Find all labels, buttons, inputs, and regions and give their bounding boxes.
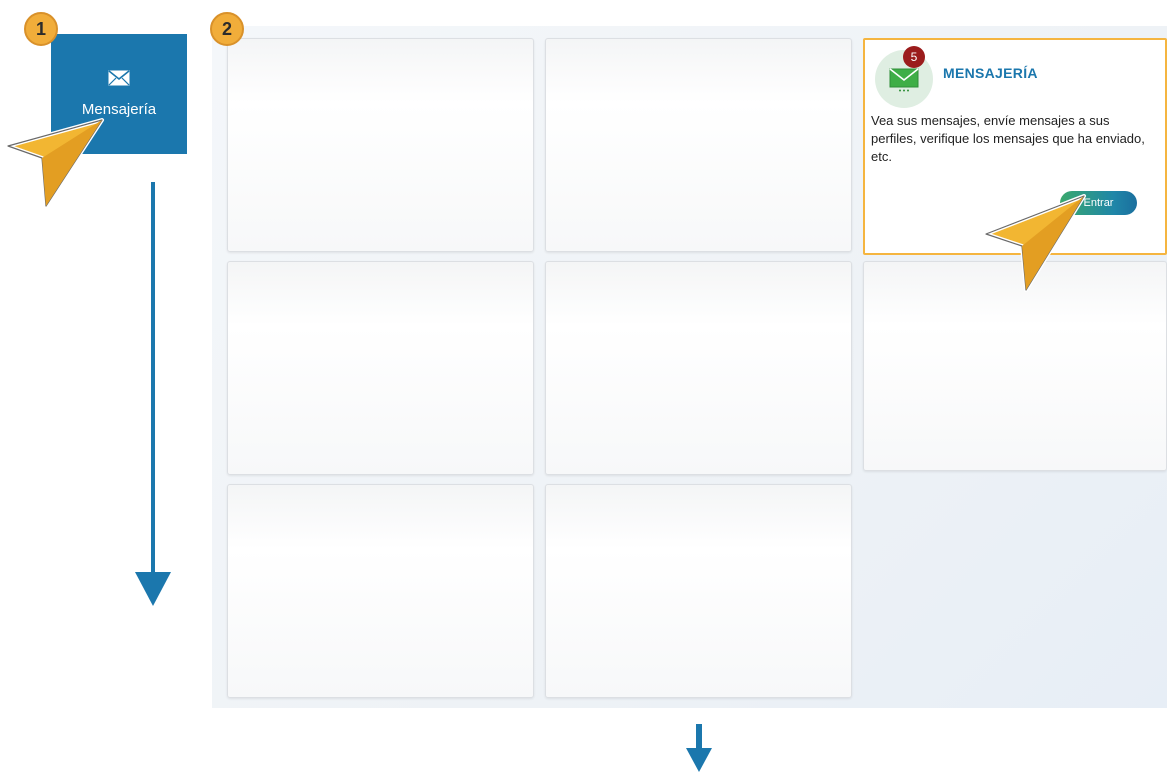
card-description: Vea sus mensajes, envíe mensajes a sus p… — [871, 113, 1145, 164]
module-card[interactable] — [227, 38, 534, 252]
module-card[interactable] — [227, 261, 534, 475]
card-title: MENSAJERÍA — [943, 65, 1038, 81]
module-card[interactable] — [545, 261, 852, 475]
flow-arrow-line — [696, 724, 702, 750]
arrow-down-icon — [135, 572, 171, 606]
pointer-arrow-icon — [6, 118, 104, 208]
module-card[interactable] — [545, 484, 852, 698]
step-badge-1: 1 — [24, 12, 58, 46]
envelope-icon — [108, 70, 130, 91]
arrow-down-icon — [686, 748, 712, 772]
module-card[interactable] — [545, 38, 852, 252]
pointer-arrow-icon — [984, 194, 1086, 292]
step-badge-2: 2 — [210, 12, 244, 46]
module-card[interactable] — [227, 484, 534, 698]
flow-arrow-line — [151, 182, 155, 577]
unread-count-badge: 5 — [903, 46, 925, 68]
envelope-icon — [889, 68, 919, 92]
